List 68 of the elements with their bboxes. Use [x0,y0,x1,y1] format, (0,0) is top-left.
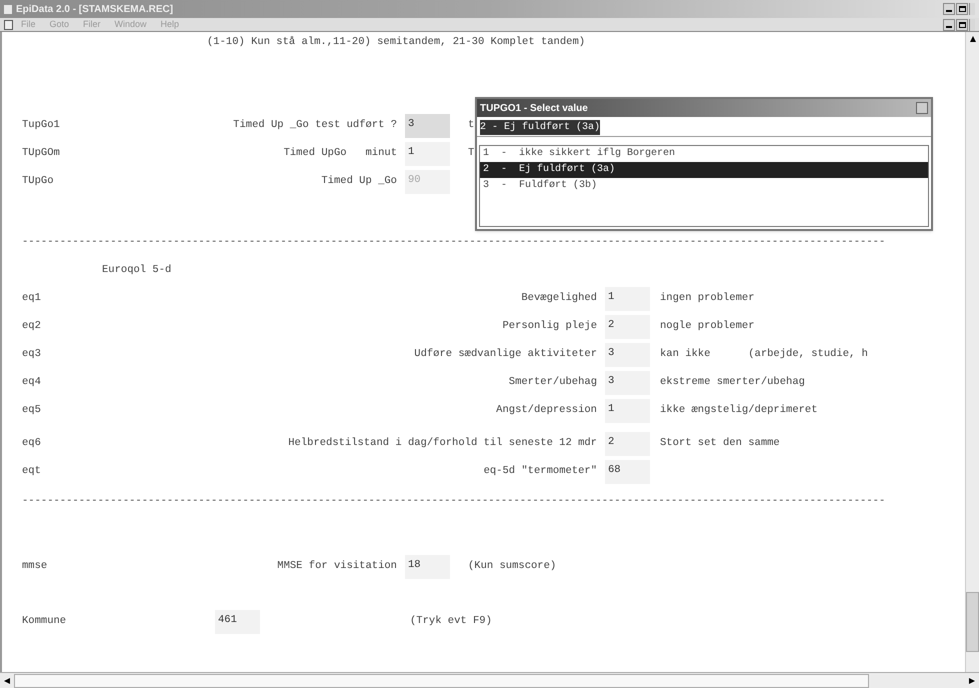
field-name: TupGo1 [22,118,61,133]
vertical-scrollbar[interactable] [965,32,979,672]
input-field[interactable]: 1 [605,287,650,311]
field-note: (Tryk evt F9) [410,614,492,629]
field-name: eq3 [22,347,42,362]
field-name: eq1 [22,291,42,306]
input-field[interactable]: 3 [405,114,450,138]
input-field[interactable]: 1 [605,399,650,423]
input-field[interactable]: 2 [605,315,650,339]
field-prompt: Udføre sædvanlige aktiviteter [414,347,597,362]
search-field[interactable]: 2 - Ej fuldført (3a) [477,119,931,137]
list-option[interactable]: 1 - ikke sikkert iflg Borgeren [480,146,928,162]
scroll-thumb[interactable] [14,674,869,688]
field-name: mmse [22,559,48,574]
dialog-title: TUPGO1 - Select value [480,102,588,116]
field-name: TUpGo [22,174,55,189]
field-note: Stort set den samme [660,436,780,451]
input-field[interactable]: 1 [405,142,450,166]
input-field[interactable]: 3 [605,343,650,367]
field-note: ekstreme smerter/ubehag [660,375,805,390]
field-note: kan ikke (arbejde, studie, h [660,347,868,362]
field-prompt: Timed Up _Go [321,174,397,189]
field-note: nogle problemer [660,319,755,334]
minimize-icon[interactable] [943,3,955,15]
field-note: ingen problemer [660,291,755,306]
field-prompt: MMSE for visitation [277,559,397,574]
list-option[interactable]: 3 - Fuldført (3b) [480,178,928,194]
horizontal-scrollbar[interactable] [0,672,979,688]
input-field[interactable]: 18 [405,555,450,579]
field-prompt: Helbredstilstand i dag/forhold til seneste 12 mdr [288,436,597,451]
field-prompt: Bevægelighed [521,291,597,306]
form-instruction: (1-10) Kun stå alm.,11-20) semitandem, 21-30 Komplet tandem) [207,36,586,48]
input-field[interactable]: 461 [215,610,260,634]
minimize-icon[interactable] [943,18,955,30]
list-option[interactable]: 2 - Ej fuldført (3a) [480,162,928,178]
field-name: TUpGOm [22,146,61,161]
input-field[interactable]: 68 [605,460,650,484]
field-prompt: Timed Up _Go test udført ? [233,118,397,133]
field-note: (Kun sumscore) [468,559,556,574]
section-title: Euroqol 5-d [102,264,172,276]
maximize-icon[interactable] [956,3,968,15]
field-prompt: Timed UpGo minut [284,146,397,161]
field-prompt: Angst/depression [496,403,597,418]
scroll-right-icon[interactable] [969,678,975,684]
field-prompt: eq-5d "termometer" [484,464,597,479]
document-icon [4,20,13,30]
field-name: eq5 [22,403,42,418]
search-text: 2 - Ej fuldført (3a) [480,120,600,135]
dashed-separator: ----------------------------------------------------------------------------------------------------------------------------------------- [22,236,886,248]
field-prompt: Smerter/ubehag [508,375,597,390]
field-name: Kommune [22,614,68,629]
maximize-icon[interactable] [956,18,968,30]
field-name: eq2 [22,319,42,334]
field-note: T [468,146,474,161]
scroll-left-icon[interactable] [4,678,10,684]
app-icon [4,4,12,14]
input-field[interactable]: 2 [605,432,650,456]
field-note: ikke ængstelig/deprimeret [660,403,818,418]
field-name: eqt [22,464,42,479]
window-title: EpiData 2.0 - [STAMSKEMA.REC] [16,2,174,16]
field-prompt: Personlig pleje [502,319,597,334]
input-field[interactable]: 3 [605,371,650,395]
field-name: eq4 [22,375,42,390]
dashed-separator: ----------------------------------------------------------------------------------------------------------------------------------------- [22,495,886,507]
scroll-thumb[interactable] [966,592,979,652]
scroll-up-icon[interactable] [970,36,976,42]
field-note: t [468,118,474,133]
field-name: eq6 [22,436,42,451]
